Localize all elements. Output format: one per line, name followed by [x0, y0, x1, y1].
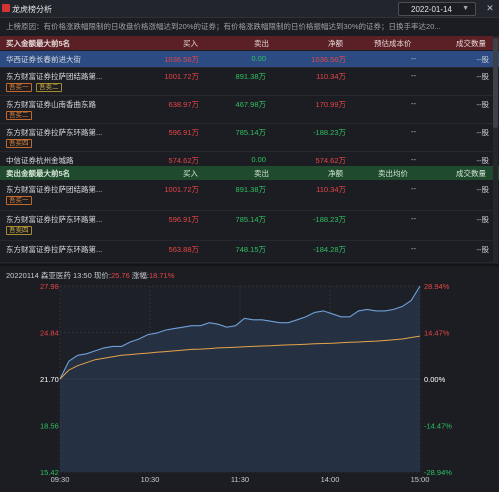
x-tick: 09:30 [51, 475, 70, 484]
x-tick: 14:00 [321, 475, 340, 484]
y-left-tick: 21.70 [40, 375, 59, 384]
y-right-tick: 14.47% [424, 329, 450, 338]
x-tick: 10:30 [141, 475, 160, 484]
x-tick: 15:00 [411, 475, 430, 484]
x-tick: 11:30 [231, 475, 249, 484]
y-left-tick: 24.84 [40, 329, 59, 338]
intraday-chart[interactable]: 27.98 28.94% 24.84 14.47% 21.70 0.00% 18.56 -14… [0, 0, 499, 492]
y-left-tick: 27.98 [40, 282, 59, 291]
y-right-tick: 28.94% [424, 282, 450, 291]
y-right-tick: 0.00% [424, 375, 446, 384]
y-right-tick: -14.47% [424, 422, 452, 431]
y-left-tick: 18.56 [40, 422, 59, 431]
